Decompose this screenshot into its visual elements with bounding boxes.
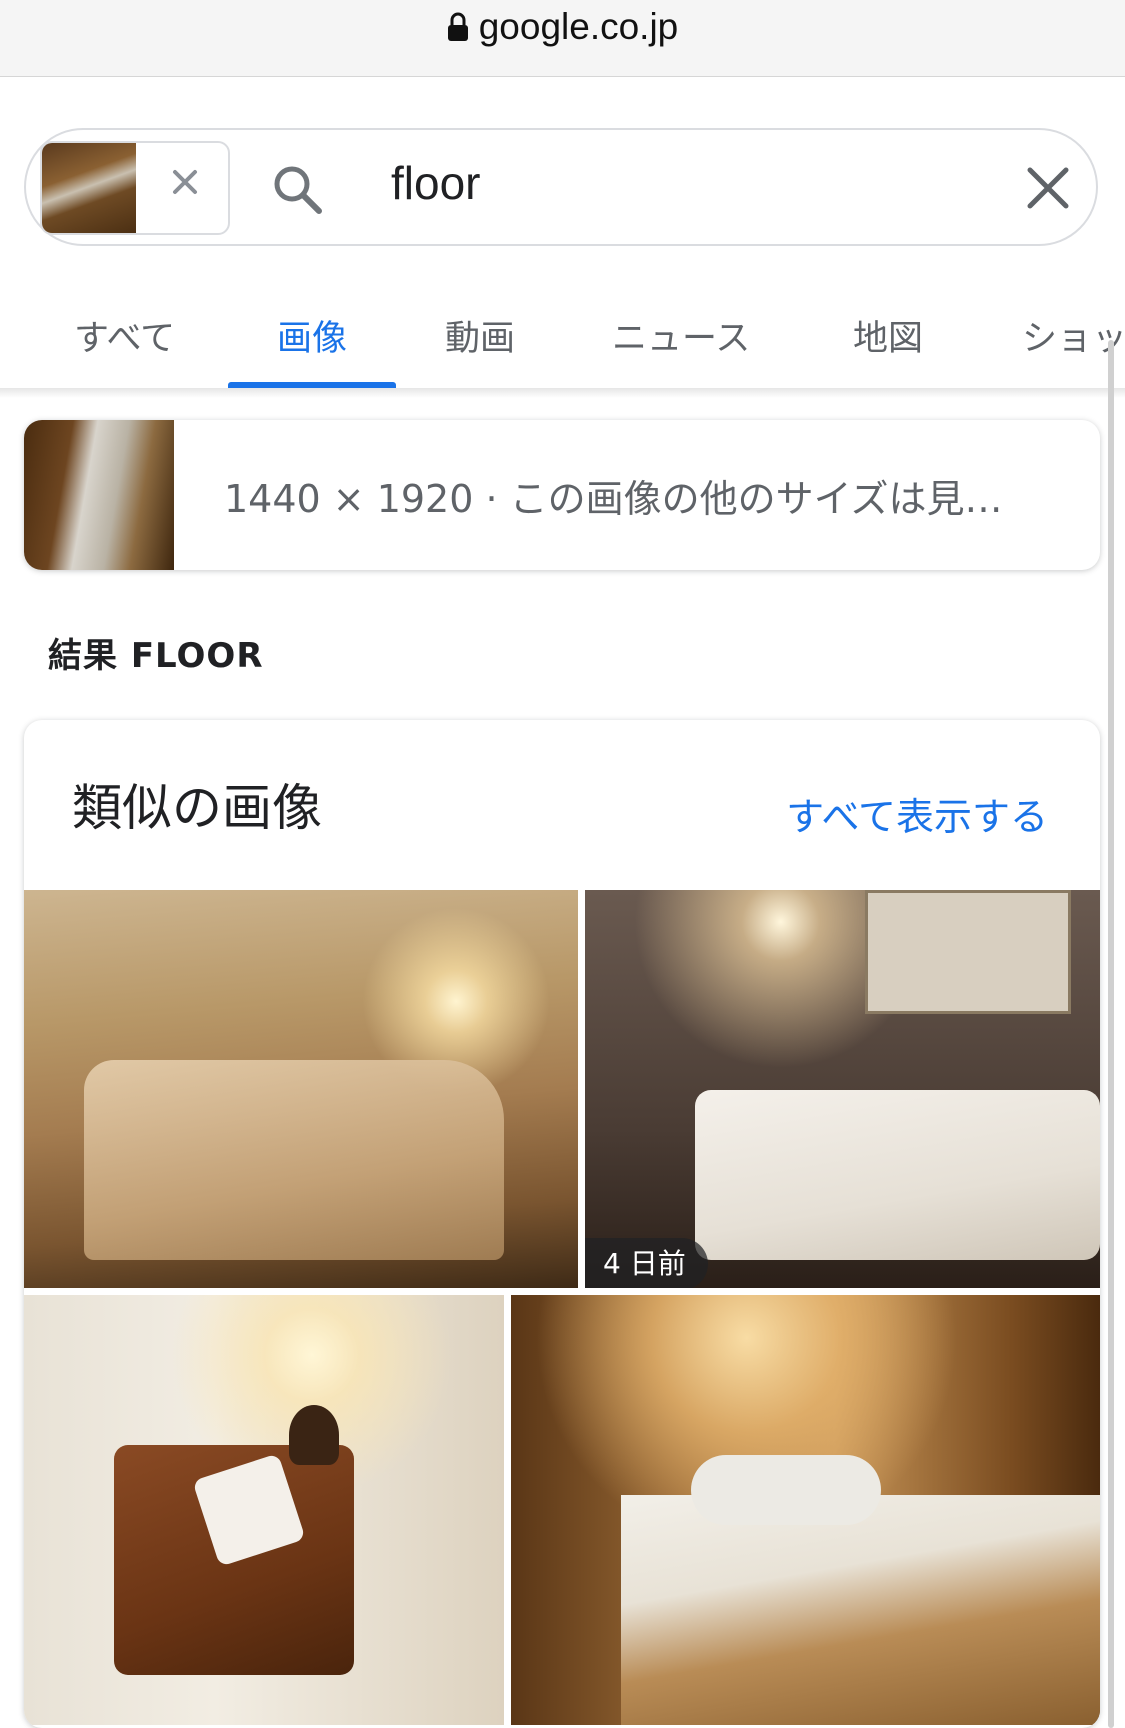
image-info-card[interactable]: 1440 × 1920 · この画像の他のサイズは見… bbox=[24, 420, 1100, 570]
lock-icon bbox=[447, 9, 469, 51]
search-input[interactable]: floor bbox=[391, 156, 480, 210]
tab-videos[interactable]: 動画 bbox=[445, 310, 515, 361]
page: google.co.jp floor すべて 画像 動画 ニュース 地図 ショッ… bbox=[0, 0, 1125, 1728]
image-size-info[interactable]: 1440 × 1920 · この画像の他のサイズは見… bbox=[224, 468, 1074, 523]
image-content bbox=[865, 890, 1071, 1014]
url-text: google.co.jp bbox=[478, 6, 679, 47]
tab-news[interactable]: ニュース bbox=[612, 310, 750, 361]
similar-image-1[interactable] bbox=[24, 890, 578, 1288]
similar-images-title: 類似の画像 bbox=[72, 779, 322, 837]
image-content bbox=[289, 1405, 339, 1465]
image-content bbox=[695, 1090, 1100, 1260]
similar-image-3[interactable] bbox=[24, 1295, 504, 1725]
similar-image-2[interactable]: 4 日前 bbox=[585, 890, 1100, 1288]
search-image-thumbnail bbox=[42, 143, 136, 233]
tabs-divider bbox=[0, 388, 1125, 398]
tab-images[interactable]: 画像 bbox=[277, 310, 347, 361]
scrollbar[interactable] bbox=[1108, 340, 1114, 1728]
results-heading: 結果 FLOOR bbox=[48, 636, 264, 676]
image-content bbox=[691, 1455, 881, 1525]
similar-images-card: 類似の画像 すべて表示する 4 日前 bbox=[24, 720, 1100, 1728]
tab-maps[interactable]: 地図 bbox=[853, 310, 923, 361]
tab-all[interactable]: すべて bbox=[74, 310, 175, 361]
search-icon[interactable] bbox=[270, 162, 324, 220]
search-image-chip[interactable] bbox=[40, 141, 230, 235]
remove-image-icon[interactable] bbox=[170, 167, 200, 201]
image-content bbox=[621, 1495, 1100, 1725]
search-box[interactable]: floor bbox=[24, 128, 1098, 246]
image-content bbox=[84, 1060, 504, 1260]
source-image-thumbnail[interactable] bbox=[24, 420, 174, 570]
see-all-link[interactable]: すべて表示する bbox=[786, 786, 1048, 841]
similar-image-4[interactable] bbox=[511, 1295, 1100, 1725]
age-badge: 4 日前 bbox=[585, 1238, 708, 1288]
clear-search-icon[interactable] bbox=[1026, 166, 1070, 214]
search-tabs: すべて 画像 動画 ニュース 地図 ショッ bbox=[0, 290, 1125, 388]
url-display[interactable]: google.co.jp bbox=[0, 6, 1125, 51]
browser-url-bar[interactable]: google.co.jp bbox=[0, 0, 1125, 77]
